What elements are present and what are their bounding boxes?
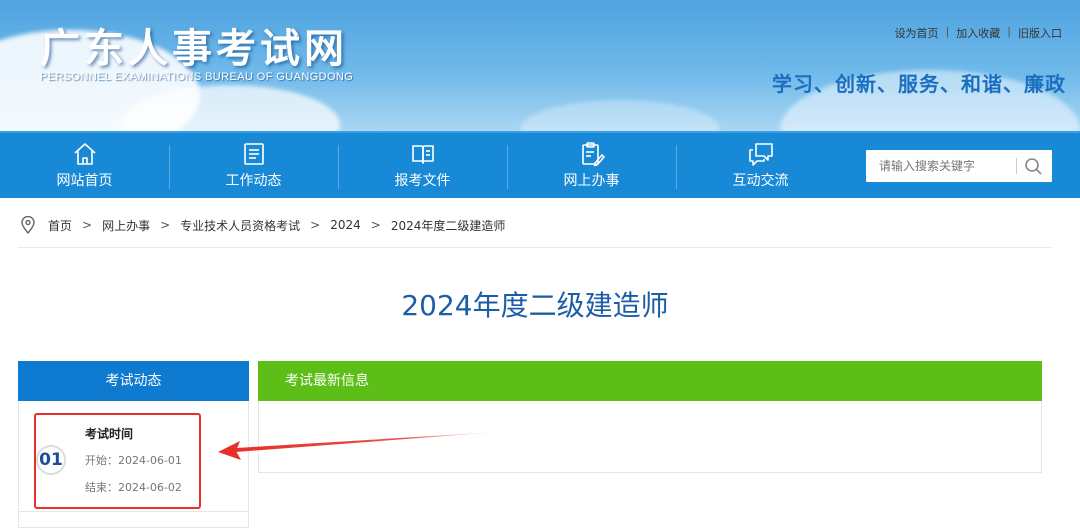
cloud-decoration — [520, 100, 720, 131]
breadcrumb-year[interactable]: 2024 — [330, 218, 361, 232]
page-title: 2024年度二级建造师 — [401, 289, 669, 322]
main-nav: 网站首页 工作动态 报考文件 网上办事 互动交流 — [0, 131, 1080, 198]
latest-info-panel — [258, 401, 1042, 473]
nav-item-label: 报考文件 — [394, 173, 451, 189]
nav-item-label: 网站首页 — [56, 173, 113, 189]
breadcrumb-separator: > — [160, 218, 171, 232]
breadcrumb-divider — [18, 247, 1052, 248]
breadcrumb-separator: > — [310, 218, 321, 232]
breadcrumb-home[interactable]: 首页 — [48, 217, 72, 234]
breadcrumb-current: 2024年度二级建造师 — [390, 218, 506, 233]
list-divider — [18, 511, 249, 512]
nav-item-work-news[interactable]: 工作动态 — [169, 133, 338, 200]
breadcrumb: 首页 > 网上办事 > 专业技术人员资格考试 > 2024 > 2024年度二级… — [20, 215, 505, 235]
breadcrumb-separator: > — [82, 218, 93, 232]
news-list-icon — [243, 143, 264, 165]
nav-item-exam-files[interactable]: 报考文件 — [338, 133, 507, 200]
location-pin-icon — [21, 216, 35, 234]
add-favorite-link[interactable]: 加入收藏 — [956, 25, 1000, 41]
nav-item-label: 网上办事 — [563, 173, 620, 189]
nav-item-label: 工作动态 — [225, 173, 282, 189]
site-logo-text[interactable]: 广东人事考试网 — [40, 16, 348, 74]
link-separator: | — [945, 25, 950, 38]
old-version-link[interactable]: 旧版入口 — [1018, 25, 1062, 41]
breadcrumb-separator: > — [370, 218, 381, 232]
set-homepage-link[interactable]: 设为首页 — [895, 25, 939, 41]
exam-news-panel-title: 考试动态 — [18, 361, 249, 401]
nav-item-label: 互动交流 — [732, 173, 789, 189]
chat-bubbles-icon — [748, 143, 773, 166]
site-logo-subtitle: PERSONNEL EXAMINATIONS BUREAU OF GUANGDO… — [40, 71, 354, 83]
search-input[interactable] — [866, 150, 1016, 182]
nav-item-online-service[interactable]: 网上办事 — [507, 133, 676, 200]
top-links: 设为首页 | 加入收藏 | 旧版入口 — [895, 25, 1062, 41]
highlight-box — [34, 413, 201, 509]
breadcrumb-qualification-exam[interactable]: 专业技术人员资格考试 — [180, 217, 300, 234]
breadcrumb-online-service[interactable]: 网上办事 — [102, 217, 150, 234]
site-header: 广东人事考试网 PERSONNEL EXAMINATIONS BUREAU OF… — [0, 0, 1080, 131]
nav-item-home[interactable]: 网站首页 — [0, 133, 169, 200]
search-box — [866, 150, 1052, 182]
home-icon — [73, 143, 96, 165]
search-separator — [1016, 158, 1017, 174]
clipboard-edit-icon — [581, 142, 605, 167]
link-separator: | — [1007, 25, 1011, 38]
latest-info-panel-title: 考试最新信息 — [258, 361, 1042, 401]
search-icon[interactable] — [1022, 156, 1044, 176]
open-book-icon — [411, 145, 434, 164]
nav-item-interaction[interactable]: 互动交流 — [676, 133, 845, 200]
site-slogan: 学习、创新、服务、和谐、廉政 — [772, 72, 1066, 96]
